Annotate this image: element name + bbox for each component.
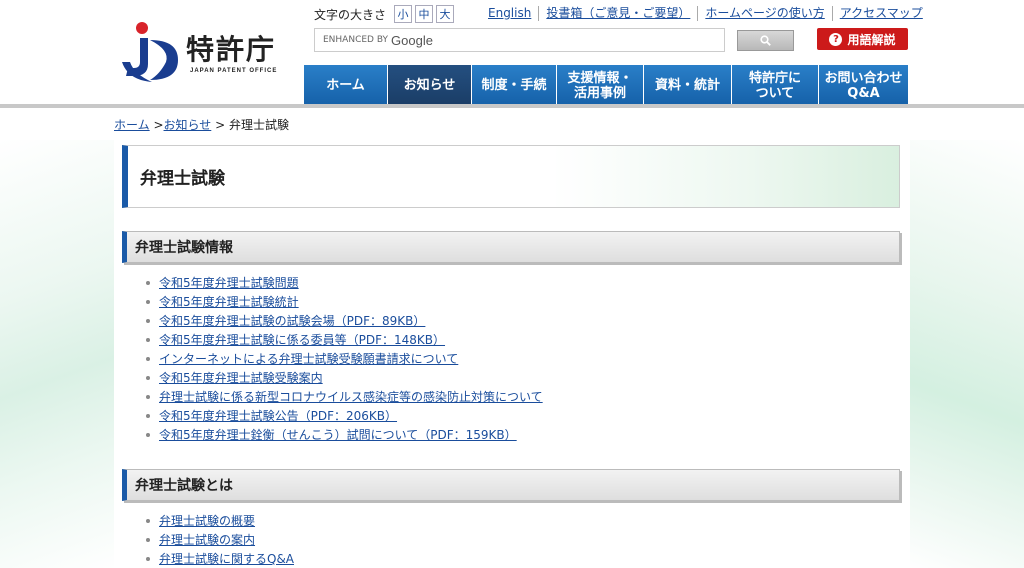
- english-link[interactable]: English: [488, 6, 538, 21]
- nav-about-jpo[interactable]: 特許庁に ついて: [732, 65, 819, 106]
- breadcrumb-separator: >: [153, 118, 164, 132]
- access-map-link[interactable]: アクセスマップ: [831, 6, 930, 21]
- nav-materials-statistics[interactable]: 資料・統計: [644, 65, 732, 106]
- search-input[interactable]: ENHANCED BY Google: [314, 28, 725, 52]
- bullet-icon: [146, 318, 150, 323]
- site-header: 特許庁 JAPAN PATENT OFFICE 文字の大きさ 小 中 大 Eng…: [0, 0, 1024, 107]
- breadcrumb-home[interactable]: ホーム: [114, 118, 150, 132]
- font-size-small-button[interactable]: 小: [394, 5, 413, 23]
- search-button[interactable]: [737, 30, 794, 51]
- feedback-link[interactable]: 投書箱（ご意見・ご要望）: [538, 6, 697, 21]
- nav-label: お知らせ: [403, 78, 456, 93]
- section-heading-exam-info: 弁理士試験情報: [122, 231, 900, 263]
- nav-label: 資料・統計: [654, 78, 720, 93]
- logo-subtitle: JAPAN PATENT OFFICE: [190, 68, 278, 74]
- font-size-label: 文字の大きさ: [314, 7, 387, 22]
- jpo-logo-icon: [122, 22, 178, 82]
- nav-home[interactable]: ホーム: [304, 65, 388, 106]
- exam-info-link[interactable]: 令和5年度弁理士試験問題: [159, 274, 299, 291]
- exam-info-link[interactable]: 令和5年度弁理士試験統計: [159, 293, 299, 310]
- bullet-icon: [146, 413, 150, 418]
- search-enhanced-label: ENHANCED BY: [323, 35, 389, 45]
- about-exam-link[interactable]: 弁理士試験の案内: [159, 531, 255, 548]
- main-content: 弁理士試験 弁理士試験情報 令和5年度弁理士試験問題 令和5年度弁理士試験統計 …: [114, 138, 910, 568]
- list-item: 弁理士試験に係る新型コロナウイルス感染症等の感染防止対策について: [146, 387, 543, 406]
- exam-info-link[interactable]: 令和5年度弁理士試験に係る委員等（PDF：148KB）: [159, 331, 445, 348]
- nav-systems-procedures[interactable]: 制度・手続: [472, 65, 557, 106]
- exam-info-link[interactable]: 令和5年度弁理士銓衡（せんこう）試問について（PDF：159KB）: [159, 426, 517, 443]
- exam-info-link[interactable]: 令和5年度弁理士試験公告（PDF：206KB）: [159, 407, 397, 424]
- section-heading-about-exam: 弁理士試験とは: [122, 469, 900, 501]
- exam-info-link[interactable]: 令和5年度弁理士試験の試験会場（PDF：89KB）: [159, 312, 425, 329]
- breadcrumb-separator: >: [215, 118, 226, 132]
- list-item: 令和5年度弁理士試験の試験会場（PDF：89KB）: [146, 311, 543, 330]
- font-size-selector: 文字の大きさ 小 中 大: [314, 5, 455, 23]
- site-usage-link[interactable]: ホームページの使い方: [697, 6, 831, 21]
- nav-label: 特許庁に ついて: [748, 70, 801, 101]
- about-exam-link[interactable]: 弁理士試験に関するQ&A: [159, 550, 294, 567]
- nav-news[interactable]: お知らせ: [388, 65, 472, 106]
- list-item: 令和5年度弁理士試験に係る委員等（PDF：148KB）: [146, 330, 543, 349]
- nav-label: 制度・手続: [481, 78, 547, 93]
- bullet-icon: [146, 375, 150, 380]
- list-item: 令和5年度弁理士試験公告（PDF：206KB）: [146, 406, 543, 425]
- site-logo[interactable]: 特許庁 JAPAN PATENT OFFICE: [120, 18, 290, 84]
- bullet-icon: [146, 556, 150, 561]
- search-icon: [760, 35, 771, 46]
- list-item: 令和5年度弁理士試験統計: [146, 292, 543, 311]
- nav-support-info[interactable]: 支援情報・ 活用事例: [557, 65, 644, 106]
- list-item: 令和5年度弁理士試験受験案内: [146, 368, 543, 387]
- bullet-icon: [146, 337, 150, 342]
- main-nav: ホーム お知らせ 制度・手続 支援情報・ 活用事例 資料・統計 特許庁に ついて…: [304, 65, 908, 106]
- breadcrumb-news[interactable]: お知らせ: [164, 118, 212, 132]
- question-icon: ?: [829, 32, 843, 46]
- background-decoration-right: [900, 140, 1024, 568]
- background-decoration-left: [0, 140, 120, 568]
- header-divider: [0, 104, 1024, 108]
- nav-label: 支援情報・ 活用事例: [567, 70, 633, 101]
- bullet-icon: [146, 280, 150, 285]
- list-item: インターネットによる弁理士試験受験願書請求について: [146, 349, 543, 368]
- exam-info-link-list: 令和5年度弁理士試験問題 令和5年度弁理士試験統計 令和5年度弁理士試験の試験会…: [146, 273, 543, 444]
- google-label: Google: [391, 32, 433, 48]
- list-item: 弁理士試験に関するQ&A: [146, 549, 294, 568]
- nav-label: お問い合わせ Q&A: [824, 70, 903, 101]
- bullet-icon: [146, 299, 150, 304]
- bullet-icon: [146, 537, 150, 542]
- bullet-icon: [146, 356, 150, 361]
- breadcrumb: ホーム >お知らせ > 弁理士試験: [114, 116, 289, 133]
- glossary-label: 用語解説: [847, 32, 896, 47]
- nav-label: ホーム: [326, 78, 365, 93]
- bullet-icon: [146, 394, 150, 399]
- breadcrumb-current: 弁理士試験: [229, 118, 290, 132]
- utility-links: English 投書箱（ご意見・ご要望） ホームページの使い方 アクセスマップ: [488, 6, 930, 21]
- bullet-icon: [146, 518, 150, 523]
- about-exam-link-list: 弁理士試験の概要 弁理士試験の案内 弁理士試験に関するQ&A: [146, 511, 294, 568]
- list-item: 弁理士試験の案内: [146, 530, 294, 549]
- page-title: 弁理士試験: [122, 145, 900, 208]
- list-item: 令和5年度弁理士銓衡（せんこう）試問について（PDF：159KB）: [146, 425, 543, 444]
- list-item: 令和5年度弁理士試験問題: [146, 273, 543, 292]
- exam-info-link[interactable]: 令和5年度弁理士試験受験案内: [159, 369, 323, 386]
- glossary-button[interactable]: ? 用語解説: [817, 28, 908, 50]
- list-item: 弁理士試験の概要: [146, 511, 294, 530]
- nav-contact-qa[interactable]: お問い合わせ Q&A: [819, 65, 908, 106]
- exam-info-link[interactable]: インターネットによる弁理士試験受験願書請求について: [159, 350, 458, 367]
- about-exam-link[interactable]: 弁理士試験の概要: [159, 512, 255, 529]
- exam-info-link[interactable]: 弁理士試験に係る新型コロナウイルス感染症等の感染防止対策について: [159, 388, 543, 405]
- bullet-icon: [146, 432, 150, 437]
- font-size-large-button[interactable]: 大: [436, 5, 455, 23]
- font-size-medium-button[interactable]: 中: [415, 5, 434, 23]
- logo-text: 特許庁: [186, 33, 277, 66]
